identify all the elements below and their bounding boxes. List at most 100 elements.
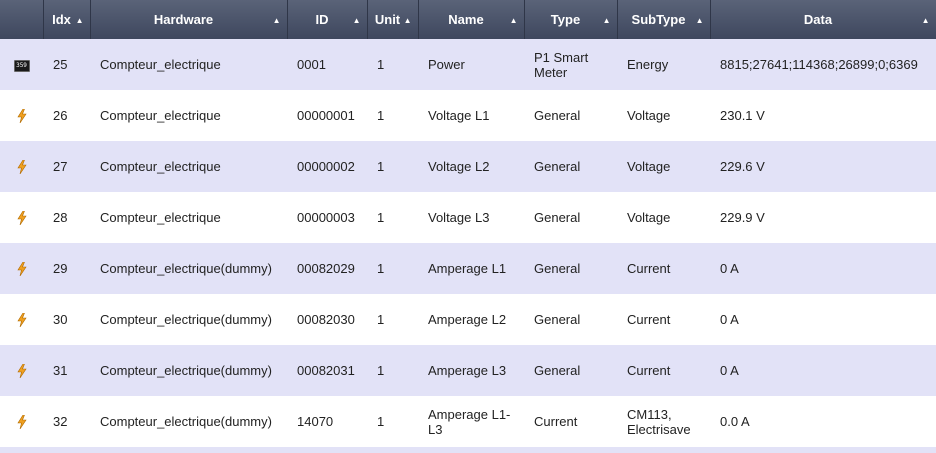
name-cell: Amperage L1-L3 xyxy=(428,406,511,437)
sort-arrow-icon[interactable]: ▲ xyxy=(922,15,930,24)
idx-cell: 32 xyxy=(53,414,68,429)
device-icon-cell xyxy=(0,396,43,447)
sort-arrow-icon[interactable]: ▲ xyxy=(696,15,704,24)
idx-cell: 28 xyxy=(53,210,68,225)
hardware-cell: Compteur_electrique(dummy) xyxy=(100,312,272,327)
next-row-partial xyxy=(0,447,936,453)
table-row[interactable]: 30 Compteur_electrique(dummy) 00082030 1… xyxy=(0,294,936,345)
data-cell: 229.9 V xyxy=(720,210,765,225)
data-cell: 230.1 V xyxy=(720,108,765,123)
hardware-cell: Compteur_electrique(dummy) xyxy=(100,363,272,378)
hardware-cell: Compteur_electrique(dummy) xyxy=(100,414,272,429)
subtype-cell: Energy xyxy=(627,57,669,72)
sort-arrow-icon[interactable]: ▲ xyxy=(404,15,412,24)
meter-icon: 359 xyxy=(13,59,30,72)
hardware-cell: Compteur_electrique xyxy=(100,108,221,123)
device-icon-cell xyxy=(0,345,43,396)
type-cell: Current xyxy=(534,414,578,429)
device-icon-cell xyxy=(0,141,43,192)
col-header-id[interactable]: ID ▲ xyxy=(287,0,368,39)
type-cell: General xyxy=(534,261,581,276)
col-header-label: Unit xyxy=(374,12,401,27)
bolt-icon xyxy=(16,262,27,277)
data-cell: 0 A xyxy=(720,363,739,378)
col-header-subtype[interactable]: SubType ▲ xyxy=(617,0,711,39)
col-header-label: Idx xyxy=(52,12,71,27)
subtype-cell: CM113, Electrisave xyxy=(627,406,691,437)
device-icon-cell xyxy=(0,243,43,294)
hardware-cell: Compteur_electrique(dummy) xyxy=(100,261,272,276)
col-header-idx[interactable]: Idx ▲ xyxy=(43,0,91,39)
hardware-cell: Compteur_electrique xyxy=(100,57,221,72)
table-row[interactable]: 32 Compteur_electrique(dummy) 14070 1 Am… xyxy=(0,396,936,447)
id-cell: 00082031 xyxy=(297,363,355,378)
name-cell: Amperage L2 xyxy=(428,312,507,327)
unit-cell: 1 xyxy=(377,414,385,429)
name-cell: Voltage L1 xyxy=(428,108,490,123)
subtype-cell: Current xyxy=(627,312,671,327)
bolt-icon xyxy=(16,415,27,430)
col-header-label: Type xyxy=(550,12,581,27)
hardware-cell: Compteur_electrique xyxy=(100,159,221,174)
type-cell: General xyxy=(534,210,581,225)
subtype-cell: Voltage xyxy=(627,210,671,225)
sort-arrow-icon[interactable]: ▲ xyxy=(76,15,84,24)
table-row[interactable]: 28 Compteur_electrique 00000003 1 Voltag… xyxy=(0,192,936,243)
name-cell: Power xyxy=(428,57,465,72)
data-cell: 8815;27641;114368;26899;0;6369 xyxy=(720,57,918,72)
data-cell: 229.6 V xyxy=(720,159,765,174)
col-header-data[interactable]: Data ▲ xyxy=(710,0,936,39)
name-cell: Amperage L1 xyxy=(428,261,507,276)
table-row[interactable]: 26 Compteur_electrique 00000001 1 Voltag… xyxy=(0,90,936,141)
bolt-icon xyxy=(16,211,27,226)
sort-arrow-icon[interactable]: ▲ xyxy=(273,15,281,24)
idx-cell: 29 xyxy=(53,261,68,276)
subtype-cell: Current xyxy=(627,261,671,276)
unit-cell: 1 xyxy=(377,57,385,72)
data-cell: 0.0 A xyxy=(720,414,750,429)
table-row[interactable]: 31 Compteur_electrique(dummy) 00082031 1… xyxy=(0,345,936,396)
type-cell: General xyxy=(534,363,581,378)
type-cell: General xyxy=(534,159,581,174)
sort-arrow-icon[interactable]: ▲ xyxy=(603,15,611,24)
col-header-unit[interactable]: Unit ▲ xyxy=(367,0,419,39)
name-cell: Voltage L3 xyxy=(428,210,490,225)
subtype-cell: Voltage xyxy=(627,108,671,123)
device-icon-cell xyxy=(0,192,43,243)
col-header-hardware[interactable]: Hardware ▲ xyxy=(90,0,288,39)
col-header-label: SubType xyxy=(631,12,686,27)
id-cell: 00000002 xyxy=(297,159,355,174)
table-row[interactable]: 359 25 Compteur_electrique 0001 1 Power … xyxy=(0,39,936,90)
bolt-icon xyxy=(16,160,27,175)
col-header-type[interactable]: Type ▲ xyxy=(524,0,618,39)
id-cell: 00082030 xyxy=(297,312,355,327)
subtype-cell: Voltage xyxy=(627,159,671,174)
col-header-name[interactable]: Name ▲ xyxy=(418,0,525,39)
type-cell: General xyxy=(534,312,581,327)
bolt-icon xyxy=(16,313,27,328)
table-row[interactable]: 29 Compteur_electrique(dummy) 00082029 1… xyxy=(0,243,936,294)
id-cell: 14070 xyxy=(297,414,334,429)
devices-table: Idx ▲ Hardware ▲ ID ▲ Unit ▲ Name ▲ Type ▲ Sub… xyxy=(0,0,936,447)
id-cell: 00082029 xyxy=(297,261,355,276)
unit-cell: 1 xyxy=(377,261,385,276)
id-cell: 0001 xyxy=(297,57,326,72)
table-row[interactable]: 27 Compteur_electrique 00000002 1 Voltag… xyxy=(0,141,936,192)
idx-cell: 31 xyxy=(53,363,68,378)
col-header-icon xyxy=(0,0,44,39)
sort-arrow-icon[interactable]: ▲ xyxy=(510,15,518,24)
col-header-label: ID xyxy=(315,12,329,27)
id-cell: 00000003 xyxy=(297,210,355,225)
idx-cell: 27 xyxy=(53,159,68,174)
subtype-cell: Current xyxy=(627,363,671,378)
hardware-cell: Compteur_electrique xyxy=(100,210,221,225)
bolt-icon xyxy=(16,109,27,124)
table-header-row: Idx ▲ Hardware ▲ ID ▲ Unit ▲ Name ▲ Type ▲ Sub… xyxy=(0,0,936,39)
unit-cell: 1 xyxy=(377,159,385,174)
sort-arrow-icon[interactable]: ▲ xyxy=(353,15,361,24)
device-icon-cell xyxy=(0,294,43,345)
idx-cell: 30 xyxy=(53,312,68,327)
device-icon-cell: 359 xyxy=(0,39,43,90)
id-cell: 00000001 xyxy=(297,108,355,123)
name-cell: Voltage L2 xyxy=(428,159,490,174)
